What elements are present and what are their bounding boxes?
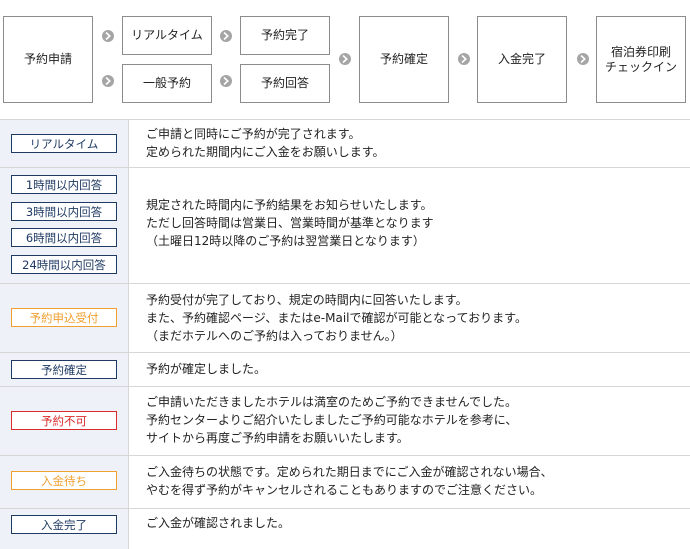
- status-badge: 3時間以内回答: [11, 202, 117, 221]
- description-line: ご入金が確認されました。: [146, 516, 291, 530]
- chevron-right-icon: [102, 30, 114, 42]
- description-line: 予約受付が完了しており、規定の時間内に回答いたします。: [146, 293, 468, 307]
- description-line: ご申請いただきましたホテルは満室のためご予約できませんでした。: [146, 395, 518, 409]
- description-line: （まだホテルへのご予約は入っておりません。）: [146, 329, 403, 343]
- status-row-unavailable: 予約不可 ご申請いただきましたホテルは満室のためご予約できませんでした。 予約セ…: [0, 386, 690, 456]
- status-badge: リアルタイム: [11, 134, 117, 153]
- status-badge: 24時間以内回答: [11, 255, 117, 274]
- description-line: 定められた期間内にご入金をお願いします。: [146, 145, 385, 159]
- status-label-cell: 予約確定: [0, 353, 129, 387]
- flow-step-label: 予約申請: [23, 52, 72, 66]
- flow-step-confirmed: 予約確定: [359, 16, 449, 103]
- flow-step-label: 宿泊券印刷: [610, 44, 671, 59]
- description-line: ただし回答時間は営業日、営業時間が基準となります: [146, 216, 434, 230]
- status-description: ご入金待ちの状態です。定められた期日までにご入金が確認されない場合、 やむを得ず…: [146, 463, 682, 499]
- status-label-cell: 入金待ち: [0, 456, 129, 509]
- description-line: ご申請と同時にご予約が完了されます。: [146, 127, 361, 141]
- description-line: 予約センターよりご紹介いたしましたご予約可能なホテルを参考に、: [146, 413, 518, 427]
- description-line: 規定された時間内に予約結果をお知らせいたします。: [146, 198, 433, 212]
- chevron-right-icon: [458, 53, 470, 65]
- flow-step-label: 入金完了: [497, 52, 546, 66]
- status-badge: 入金完了: [11, 515, 117, 534]
- status-badge: 1時間以内回答: [11, 175, 117, 194]
- flow-step-label: チェックイン: [604, 59, 677, 74]
- flow-step-label: 予約回答: [260, 76, 309, 90]
- status-badge: 入金待ち: [11, 471, 117, 490]
- flow-step-apply: 予約申請: [3, 16, 93, 103]
- chevron-right-icon: [220, 75, 232, 87]
- chevron-right-icon: [102, 75, 114, 87]
- flow-step-label: 一般予約: [142, 76, 191, 90]
- chevron-right-icon: [339, 53, 351, 65]
- status-row-paid: 入金完了 ご入金が確認されました。: [0, 508, 690, 549]
- status-badge: 予約不可: [11, 411, 117, 430]
- chevron-right-icon: [220, 30, 232, 42]
- status-label-cell: 入金完了: [0, 509, 129, 549]
- chevron-right-icon: [577, 53, 589, 65]
- status-label-cell: 予約申込受付: [0, 284, 129, 353]
- status-row-confirmed: 予約確定 予約が確定しました。: [0, 352, 690, 387]
- status-description: ご申請と同時にご予約が完了されます。 定められた期間内にご入金をお願いします。: [146, 125, 682, 161]
- status-label-cell: リアルタイム: [0, 120, 129, 168]
- flow-step-answer: 予約回答: [240, 64, 330, 103]
- status-row-realtime: リアルタイム ご申請と同時にご予約が完了されます。 定められた期間内にご入金をお…: [0, 119, 690, 168]
- flow-step-paid: 入金完了: [477, 16, 567, 103]
- flow-step-general: 一般予約: [122, 64, 212, 103]
- status-row-received: 予約申込受付 予約受付が完了しており、規定の時間内に回答いたします。 また、予約…: [0, 283, 690, 353]
- description-line: （土曜日12時以降のご予約は翌営業日となります）: [146, 234, 425, 248]
- description-line: サイトから再度ご予約申請をお願いいたします。: [146, 431, 409, 445]
- status-description: ご入金が確認されました。: [146, 514, 682, 532]
- flow-step-label: 予約完了: [260, 28, 309, 42]
- status-badge: 6時間以内回答: [11, 228, 117, 247]
- status-description: 予約受付が完了しており、規定の時間内に回答いたします。 また、予約確認ページ、ま…: [146, 291, 682, 345]
- flow-step-checkin: 宿泊券印刷 チェックイン: [596, 16, 686, 103]
- status-description: ご申請いただきましたホテルは満室のためご予約できませんでした。 予約センターより…: [146, 393, 682, 447]
- description-line: 予約が確定しました。: [146, 362, 267, 376]
- flow-step-label: 予約確定: [379, 52, 428, 66]
- description-line: また、予約確認ページ、またはe-Mailで確認が可能となっております。: [146, 311, 527, 325]
- flow-step-completed: 予約完了: [240, 16, 330, 55]
- status-badge: 予約確定: [11, 360, 117, 379]
- status-description: 規定された時間内に予約結果をお知らせいたします。 ただし回答時間は営業日、営業時…: [146, 196, 682, 250]
- description-line: ご入金待ちの状態です。定められた期日までにご入金が確認されない場合、: [146, 465, 553, 479]
- status-description: 予約が確定しました。: [146, 360, 682, 378]
- flow-step-realtime: リアルタイム: [122, 16, 212, 55]
- status-row-awaiting-payment: 入金待ち ご入金待ちの状態です。定められた期日までにご入金が確認されない場合、 …: [0, 455, 690, 509]
- status-label-cell: 予約不可: [0, 387, 129, 456]
- status-row-answer-time: 1時間以内回答 3時間以内回答 6時間以内回答 24時間以内回答 規定された時間…: [0, 167, 690, 284]
- description-line: やむを得ず予約がキャンセルされることもありますのでご注意ください。: [146, 483, 543, 497]
- status-label-cell: 1時間以内回答 3時間以内回答 6時間以内回答 24時間以内回答: [0, 168, 129, 284]
- flow-step-label: リアルタイム: [131, 28, 203, 42]
- status-badge: 予約申込受付: [11, 308, 117, 327]
